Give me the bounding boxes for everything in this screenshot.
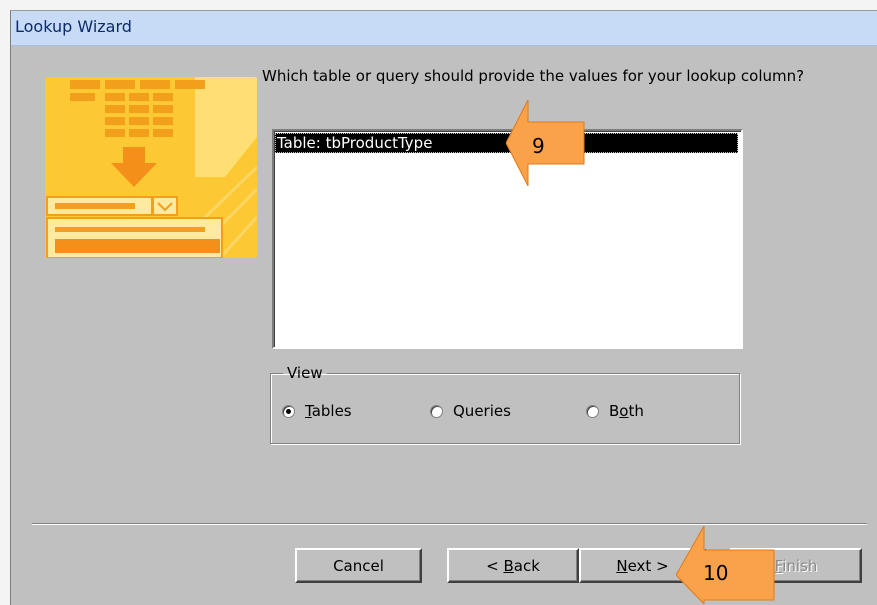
radio-both[interactable]: Both bbox=[586, 400, 644, 422]
cancel-button[interactable]: Cancel bbox=[295, 548, 422, 583]
radio-tables-label: Tables bbox=[305, 402, 352, 420]
radio-both-hotkey: o bbox=[619, 402, 629, 420]
button-separator bbox=[32, 523, 867, 525]
cancel-button-label: Cancel bbox=[333, 556, 384, 575]
callout-arrow-9 bbox=[506, 100, 585, 186]
radio-queries-label: Queries bbox=[453, 402, 511, 420]
finish-button-label: Finish bbox=[774, 556, 818, 575]
radio-tables-hotkey: T bbox=[305, 402, 312, 420]
callout-number-10: 10 bbox=[703, 561, 729, 585]
next-button-label: Next > bbox=[616, 556, 669, 575]
radio-tables[interactable]: Tables bbox=[282, 400, 352, 422]
radio-unselected-icon[interactable] bbox=[430, 404, 443, 418]
title-bar: Lookup Wizard bbox=[11, 11, 877, 46]
view-legend: View bbox=[287, 364, 323, 382]
radio-unselected-icon[interactable] bbox=[586, 404, 599, 418]
back-button-label: < Back bbox=[486, 556, 540, 575]
window-title: Lookup Wizard bbox=[15, 17, 132, 36]
wizard-illustration bbox=[45, 77, 257, 258]
radio-queries[interactable]: Queries bbox=[430, 400, 511, 422]
radio-selected-icon[interactable] bbox=[282, 404, 295, 418]
radio-both-label: Both bbox=[609, 402, 644, 420]
callout-number-9: 9 bbox=[532, 134, 545, 158]
wizard-prompt: Which table or query should provide the … bbox=[262, 67, 805, 85]
back-button[interactable]: < Back bbox=[447, 548, 579, 583]
